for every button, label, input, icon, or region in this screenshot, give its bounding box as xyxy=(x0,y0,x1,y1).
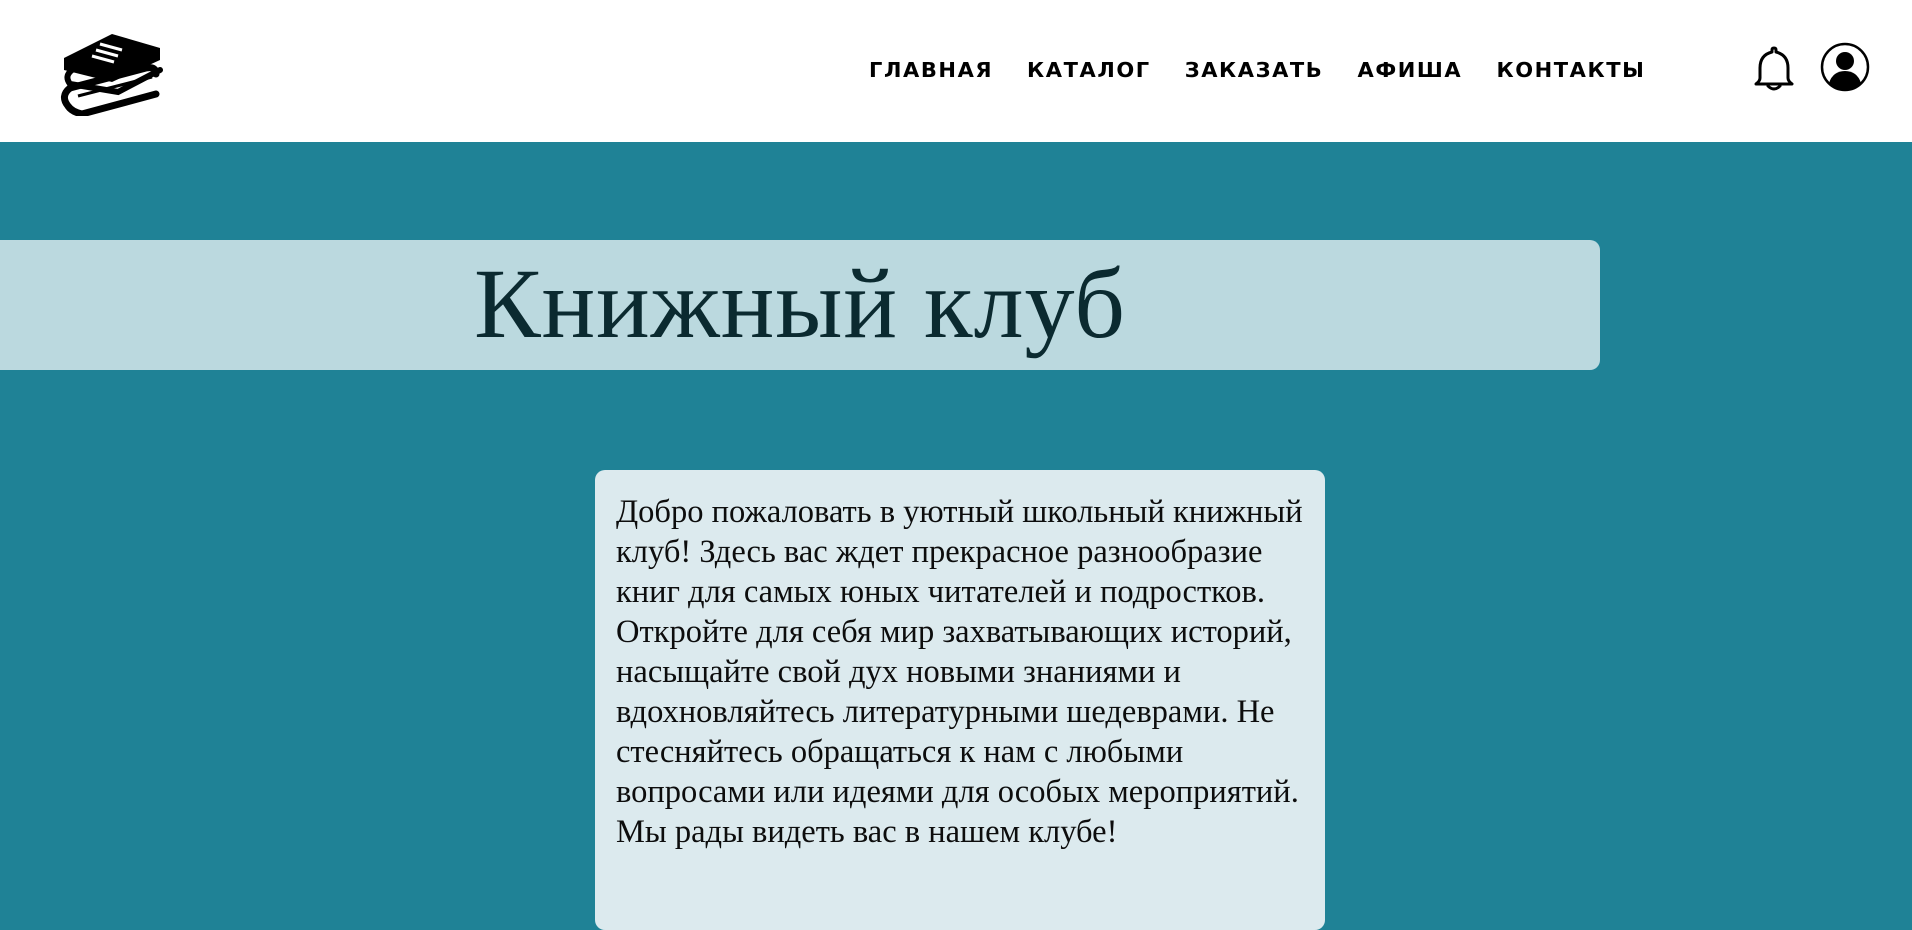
bell-icon[interactable] xyxy=(1752,44,1796,92)
nav-item-catalog[interactable]: КАТАЛОГ xyxy=(1027,58,1151,82)
nav-item-events[interactable]: АФИША xyxy=(1358,58,1463,82)
hero-banner: Книжный клуб xyxy=(0,240,1600,370)
main-nav: ГЛАВНАЯ КАТАЛОГ ЗАКАЗАТЬ АФИША КОНТАКТЫ xyxy=(869,57,1645,83)
intro-text: Добро пожаловать в уютный школьный книжн… xyxy=(616,494,1303,850)
nav-item-home[interactable]: ГЛАВНАЯ xyxy=(869,58,993,82)
intro-card: Добро пожаловать в уютный школьный книжн… xyxy=(595,470,1325,930)
site-header: ГЛАВНАЯ КАТАЛОГ ЗАКАЗАТЬ АФИША КОНТАКТЫ xyxy=(0,0,1912,142)
user-avatar-icon[interactable] xyxy=(1820,42,1870,92)
page-title: Книжный клуб xyxy=(473,248,1127,359)
books-logo-icon[interactable] xyxy=(60,30,166,116)
nav-item-contacts[interactable]: КОНТАКТЫ xyxy=(1496,58,1645,82)
nav-item-order[interactable]: ЗАКАЗАТЬ xyxy=(1185,58,1324,82)
